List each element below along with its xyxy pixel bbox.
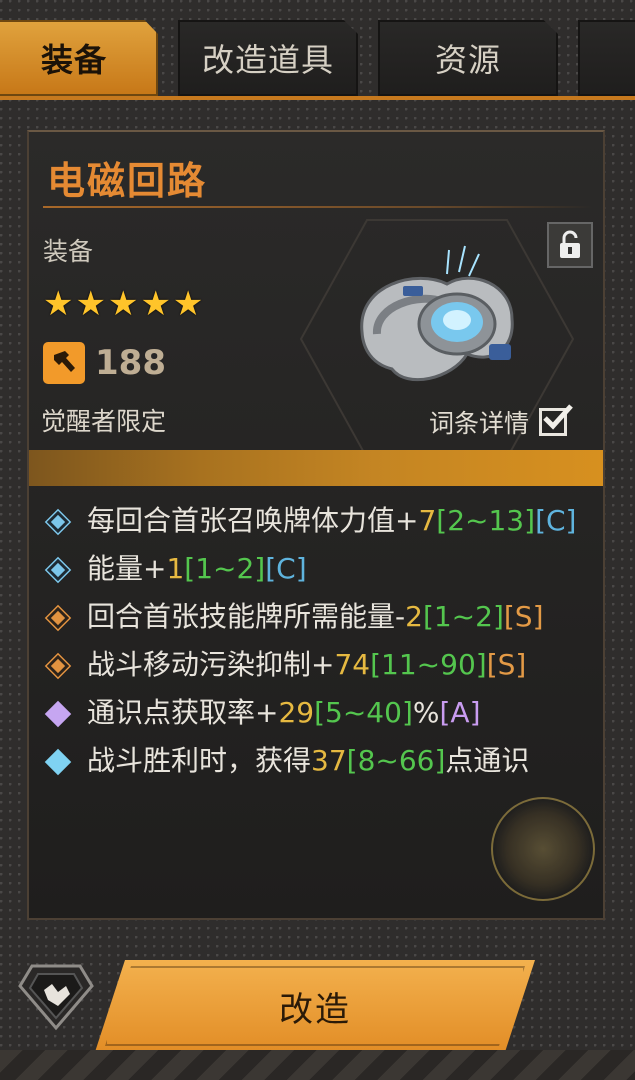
stat-grade: [S] <box>486 648 527 681</box>
stat-value: 74 <box>334 648 371 681</box>
hazard-stripe <box>0 1050 635 1080</box>
item-category: 装备 <box>43 237 94 266</box>
modify-button[interactable]: 改造 <box>95 960 535 1052</box>
item-name: 电磁回路 <box>47 159 208 203</box>
stat-range: [8~66] <box>346 744 446 777</box>
stat-value: 2 <box>405 600 423 633</box>
power-value: 188 <box>95 343 166 383</box>
tab-label: 资源 <box>434 41 501 79</box>
power-rating: 188 <box>43 342 166 384</box>
gem-icon[interactable] <box>18 962 94 1032</box>
tab-more[interactable] <box>578 20 635 96</box>
rarity-stars: ★★★★★ <box>43 284 206 324</box>
stat-row: 回合首张技能牌所需能量-2[1~2][S] <box>43 593 598 641</box>
stat-list: 每回合首张召唤牌体力值+7[2~13][C] 能量+1[1~2][C] 回合首张… <box>43 497 598 785</box>
blue-diamond-icon <box>46 558 70 582</box>
item-detail-panel: 电磁回路 装备 ★★★★★ 188 觉醒者限定 词条详情 每回合首张召唤牌体力值… <box>27 130 605 920</box>
stat-text: 战斗移动污染抑制+ <box>87 648 335 681</box>
stat-range: [1~2] <box>422 600 504 633</box>
stat-text: 回合首张技能牌所需能量- <box>87 600 406 633</box>
stat-row: 战斗胜利时，获得37[8~66]点通识 <box>43 737 598 785</box>
stat-grade: [A] <box>439 696 481 729</box>
blue-diamond-icon <box>46 510 70 534</box>
stat-value: 1 <box>166 552 185 585</box>
stat-row: 战斗移动污染抑制+74[11~90][S] <box>43 641 598 689</box>
stat-value: 29 <box>278 696 315 729</box>
stat-grade: [C] <box>265 552 307 585</box>
stat-text: 战斗胜利时，获得 <box>87 744 312 777</box>
stat-range: [1~2] <box>184 552 266 585</box>
stat-grade: [C] <box>535 504 577 537</box>
stat-text: 能量+ <box>87 552 167 585</box>
modify-button-label: 改造 <box>279 989 351 1030</box>
checkmark-icon <box>543 404 573 430</box>
tab-equipment[interactable]: 装备 <box>0 20 158 96</box>
cyan-diamond-icon <box>46 750 70 774</box>
tab-label: 改造道具 <box>201 41 334 79</box>
stat-value: 37 <box>311 744 347 777</box>
stat-text: 每回合首张召唤牌体力值+ <box>87 504 419 537</box>
stat-header-band <box>29 450 603 486</box>
stat-range: [2~13] <box>436 504 536 537</box>
tab-bar: 装备 改造道具 资源 <box>0 0 635 100</box>
title-divider <box>43 206 593 208</box>
tab-label: 装备 <box>40 41 107 79</box>
hammer-icon <box>43 342 85 384</box>
stat-suffix: 点通识 <box>445 744 530 777</box>
stat-text: 通识点获取率+ <box>87 696 279 729</box>
restriction-label: 觉醒者限定 <box>41 407 167 436</box>
orange-diamond-icon <box>46 606 70 630</box>
tab-resources[interactable]: 资源 <box>378 20 558 96</box>
stat-grade: [S] <box>503 600 544 633</box>
lock-button[interactable] <box>547 222 593 268</box>
tab-modify-items[interactable]: 改造道具 <box>178 20 358 96</box>
stat-row: 通识点获取率+29[5~40]%[A] <box>43 689 598 737</box>
detail-toggle[interactable]: 词条详情 <box>429 404 573 440</box>
detail-label: 词条详情 <box>429 409 530 438</box>
tab-underline <box>0 96 635 100</box>
sparkle-effect <box>491 797 595 901</box>
stat-row: 每回合首张召唤牌体力值+7[2~13][C] <box>43 497 598 545</box>
stat-range: [5~40] <box>314 696 413 729</box>
stat-value: 7 <box>418 504 437 537</box>
stat-suffix: % <box>412 696 440 729</box>
purple-diamond-icon <box>46 702 70 726</box>
detail-checkbox[interactable] <box>539 404 573 436</box>
stat-row: 能量+1[1~2][C] <box>43 545 598 593</box>
stat-range: [11~90] <box>370 648 487 681</box>
unlock-icon <box>560 230 580 258</box>
locked-orange-diamond-icon <box>46 654 70 678</box>
